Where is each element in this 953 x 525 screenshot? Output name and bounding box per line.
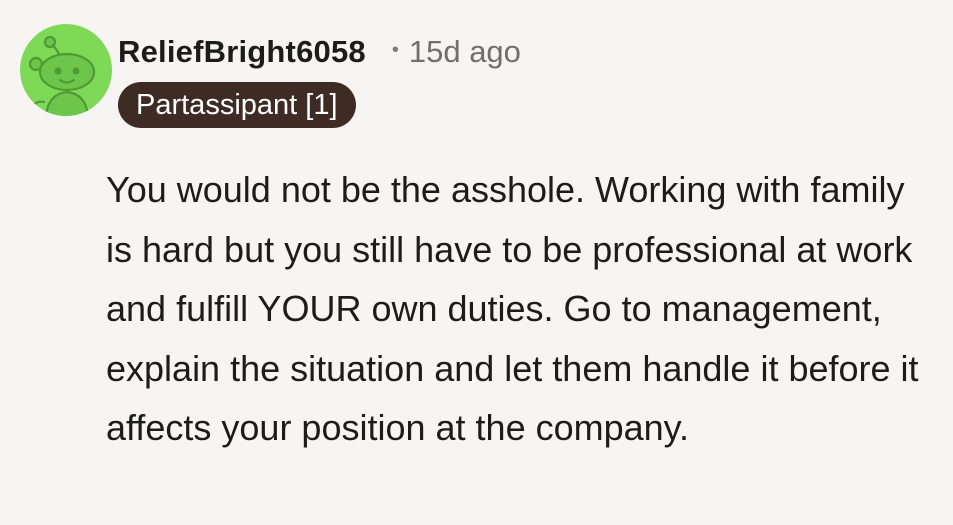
separator-dot: • bbox=[391, 38, 399, 61]
user-avatar[interactable] bbox=[20, 24, 112, 116]
comment-header: ReliefBright6058 • 15d ago bbox=[118, 30, 521, 74]
comment: ReliefBright6058 • 15d ago Partassipant … bbox=[0, 0, 953, 525]
comment-body-text: You would not be the asshole. Working wi… bbox=[106, 169, 919, 448]
username-link[interactable]: ReliefBright6058 bbox=[118, 34, 366, 70]
comment-body: You would not be the asshole. Working wi… bbox=[106, 160, 936, 458]
timestamp[interactable]: 15d ago bbox=[409, 34, 521, 70]
reddit-snoo-avatar-icon bbox=[20, 24, 112, 116]
user-flair-badge: Partassipant [1] bbox=[118, 82, 356, 128]
